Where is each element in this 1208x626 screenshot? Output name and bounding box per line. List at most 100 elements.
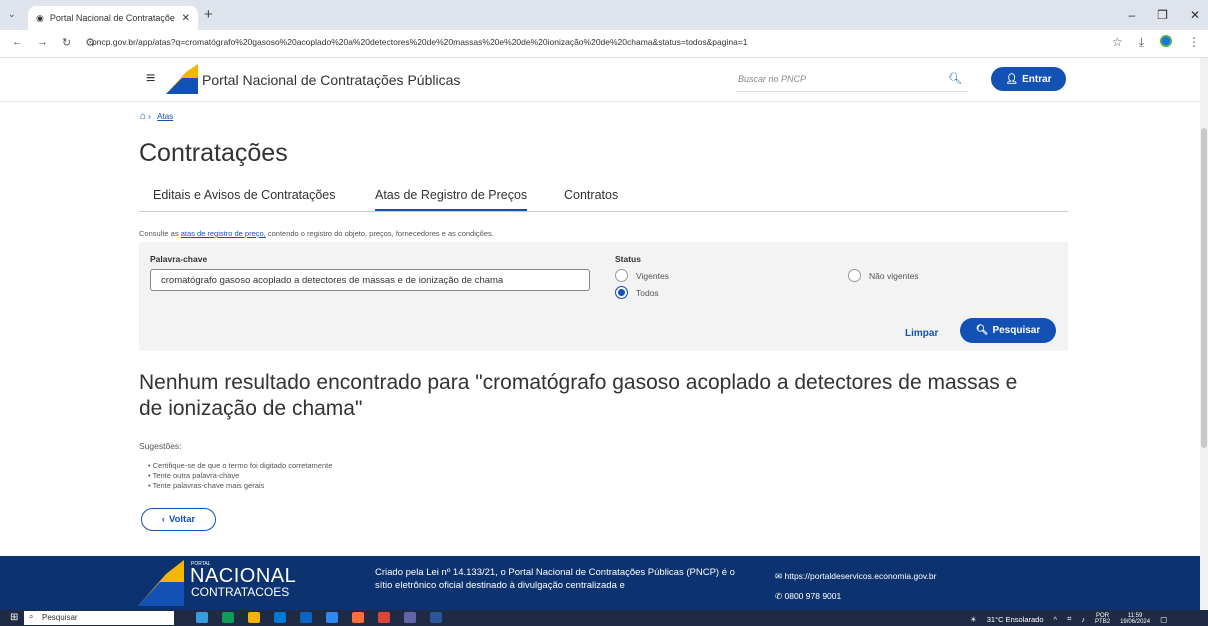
search-icon[interactable]: 🔍︎ [948, 72, 962, 85]
footer-description: Criado pela Lei nº 14.133/21, o Portal N… [375, 567, 735, 591]
user-icon: 👤︎ [1005, 73, 1019, 85]
bookmark-star-icon[interactable]: ☆ [1112, 35, 1123, 50]
calculator-icon[interactable] [326, 612, 338, 623]
breadcrumb-atas-link[interactable]: Atas [157, 112, 173, 121]
list-item: Certifique-se de que o termo foi digitad… [148, 461, 333, 471]
chevron-left-icon: ‹ [161, 514, 165, 525]
task-view-icon[interactable] [196, 612, 208, 623]
mail-app-icon[interactable] [300, 612, 312, 623]
tab-search-icon[interactable]: ⌄ [8, 9, 16, 20]
back-button-label: Voltar [168, 514, 196, 525]
suggestions-list: Certifique-se de que o termo foi digitad… [148, 461, 333, 491]
radio-circle[interactable] [615, 269, 628, 282]
globe-icon: ◉ [36, 12, 44, 23]
tab-contratos[interactable]: Contratos [564, 188, 618, 202]
clear-button[interactable]: Limpar [905, 328, 938, 339]
forward-arrow-icon[interactable]: → [37, 36, 48, 49]
clock[interactable]: 11:59 19/06/2024 [1120, 613, 1150, 625]
pncp-logo[interactable] [166, 64, 198, 94]
content-tabs: Editais e Avisos de Contratações Atas de… [139, 180, 1068, 212]
tab-editais[interactable]: Editais e Avisos de Contratações [153, 188, 336, 202]
footer-logo-contratacoes: CONTRATACOES [191, 585, 290, 599]
home-icon[interactable]: ⌂ [140, 111, 146, 122]
atas-link[interactable]: atas de registro de preço, [181, 229, 266, 238]
hamburger-menu-icon[interactable]: ≡ [146, 70, 155, 88]
search-icon: ⌕ [29, 612, 34, 621]
keyword-input[interactable]: cromatógrafo gasoso acoplado a detectore… [150, 269, 590, 291]
windows-start-icon[interactable]: ⊞ [10, 612, 18, 623]
store-icon[interactable] [274, 612, 286, 623]
teams-icon[interactable] [404, 612, 416, 623]
weather-text[interactable]: 31°C Ensolarado [987, 615, 1044, 624]
edge-icon[interactable] [222, 612, 234, 623]
radio-circle[interactable] [848, 269, 861, 282]
footer-contacts: ✉ https://portaldeservicos.economia.gov.… [775, 566, 936, 606]
back-arrow-icon[interactable]: ← [12, 36, 23, 49]
weather-icon[interactable]: ☀ [970, 615, 977, 624]
system-tray: ☀ 31°C Ensolarado ^ ⌗ ♪ POR PTB2 11:59 19/… [970, 613, 1167, 625]
mail-icon: ✉ [775, 571, 783, 581]
new-tab-button[interactable]: + [204, 6, 213, 23]
lang-sub-text: PTB2 [1095, 619, 1111, 625]
close-window-icon[interactable]: ✕ [1190, 8, 1200, 22]
network-icon[interactable]: ⌗ [1067, 614, 1071, 624]
hint-prefix: Consulte as [139, 229, 181, 238]
restore-icon[interactable]: ❐ [1157, 8, 1168, 22]
radio-nao-vigentes-label: Não vigentes [869, 270, 919, 281]
volume-icon[interactable]: ♪ [1081, 615, 1085, 624]
suggestions-title: Sugestões: [139, 441, 182, 451]
close-tab-icon[interactable]: ✕ [182, 13, 190, 24]
footer-site[interactable]: ✉ https://portaldeservicos.economia.gov.… [775, 566, 936, 586]
toolbar-icons: ☆ ⤓ ⋮ [1112, 35, 1200, 50]
windows-taskbar: ⊞ ⌕ Pesquisar ☀ 31°C Ensolarado ^ ⌗ ♪ PO… [0, 610, 1208, 626]
page-title: Contratações [139, 139, 288, 167]
hint-suffix: contendo o registro do objeto, preços, f… [265, 229, 494, 238]
firefox-icon[interactable] [352, 612, 364, 623]
keyword-label: Palavra-chave [150, 254, 208, 264]
footer-site-link[interactable]: https://portaldeservicos.economia.gov.br [785, 571, 937, 581]
breadcrumb: ⌂ › Atas [140, 111, 174, 122]
page-hint: Consulte as atas de registro de preço, c… [139, 229, 494, 238]
search-button-label: Pesquisar [992, 325, 1041, 336]
status-label: Status [615, 254, 641, 264]
tab-title: Portal Nacional de Contrataçõe [49, 13, 175, 23]
explorer-icon[interactable] [248, 612, 260, 623]
chrome-icon[interactable] [378, 612, 390, 623]
radio-vigentes-label: Vigentes [636, 270, 669, 281]
brand-title[interactable]: Portal Nacional de Contratações Públicas [202, 72, 460, 88]
taskbar-search[interactable]: ⌕ Pesquisar [24, 611, 174, 625]
browser-tab-bar: ⌄ ◉ Portal Nacional de Contrataçõe ✕ + –… [0, 0, 1208, 30]
search-input[interactable]: Buscar no PNCP 🔍︎ [736, 68, 968, 92]
footer-logo [138, 560, 184, 606]
back-button[interactable]: ‹ Voltar [141, 508, 216, 531]
filter-panel: Palavra-chave cromatógrafo gasoso acopla… [139, 242, 1068, 351]
language-indicator[interactable]: POR PTB2 [1095, 613, 1110, 625]
site-header: ≡ Portal Nacional de Contratações Públic… [0, 58, 1208, 102]
radio-nao-vigentes[interactable]: Não vigentes [848, 269, 919, 282]
tab-atas[interactable]: Atas de Registro de Preços [375, 188, 528, 211]
tray-chevron-icon[interactable]: ^ [1054, 615, 1058, 624]
login-label: Entrar [1022, 73, 1052, 85]
reload-icon[interactable]: ↻ [62, 36, 71, 49]
page-scrollbar[interactable] [1200, 58, 1208, 610]
notifications-icon[interactable]: ▢ [1160, 615, 1167, 624]
search-placeholder: Buscar no PNCP [738, 74, 807, 84]
word-icon[interactable] [430, 612, 442, 623]
menu-dots-icon[interactable]: ⋮ [1188, 35, 1200, 50]
browser-tab[interactable]: ◉ Portal Nacional de Contrataçõe ✕ [28, 6, 198, 30]
login-button[interactable]: 👤︎ Entrar [991, 67, 1066, 91]
radio-vigentes[interactable]: Vigentes [615, 269, 669, 282]
radio-todos[interactable]: Todos [615, 286, 659, 299]
scrollbar-thumb[interactable] [1201, 128, 1207, 448]
radio-circle-selected[interactable] [615, 286, 628, 299]
minimize-icon[interactable]: – [1128, 8, 1135, 22]
window-controls: – ❐ ✕ [1128, 8, 1200, 22]
download-icon[interactable]: ⤓ [1139, 35, 1144, 50]
phone-icon: ✆ [775, 591, 783, 601]
profile-avatar[interactable] [1160, 35, 1172, 47]
search-button[interactable]: 🔍︎ Pesquisar [960, 318, 1056, 343]
search-icon: 🔍︎ [975, 325, 989, 336]
list-item: Tente palavras-chave mais gerais [148, 481, 332, 491]
radio-todos-label: Todos [636, 287, 659, 298]
url-field[interactable]: pncp.gov.br/app/atas?q=cromatógrafo%20ga… [92, 37, 748, 47]
